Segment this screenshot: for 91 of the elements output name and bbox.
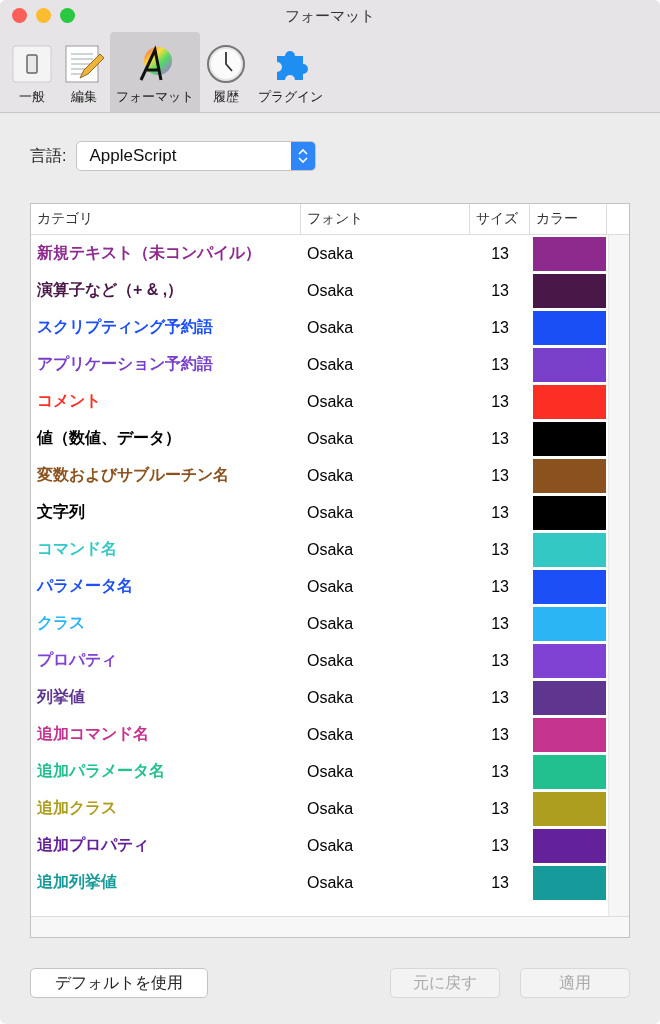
color-swatch[interactable] bbox=[533, 680, 606, 715]
chevron-updown-icon bbox=[297, 147, 310, 165]
category-cell-text: 追加パラメータ名 bbox=[36, 761, 166, 781]
toolbar-tab[interactable]: 編集 bbox=[58, 32, 110, 112]
size-cell-text: 13 bbox=[490, 355, 510, 374]
color-swatch[interactable] bbox=[533, 717, 606, 752]
size-cell-text: 13 bbox=[490, 651, 510, 670]
category-cell-text: 追加プロパティ bbox=[36, 835, 150, 855]
font-cell-text: Osaka bbox=[306, 466, 355, 485]
clock-icon bbox=[206, 44, 246, 84]
category-cell-text: 列挙値 bbox=[35, 687, 86, 707]
size-cell-text: 13 bbox=[490, 281, 510, 300]
font-cell-text: Osaka bbox=[306, 799, 355, 818]
font-cell-text: Osaka bbox=[306, 614, 355, 633]
color-swatch[interactable] bbox=[533, 791, 606, 826]
size-cell-text: 13 bbox=[490, 725, 510, 744]
font-cell-text: Osaka bbox=[306, 503, 355, 522]
category-cell-text: コマンド名 bbox=[36, 539, 118, 559]
color-swatch[interactable] bbox=[533, 310, 606, 345]
category-cell-text: パラメータ名 bbox=[35, 576, 134, 596]
toolbar-tab[interactable]: 履歴 bbox=[200, 32, 252, 112]
font-cell-text: Osaka bbox=[306, 281, 355, 300]
size-cell-text: 13 bbox=[490, 688, 510, 707]
category-cell-text: 値（数値、データ） bbox=[35, 428, 182, 448]
font-cell-text: Osaka bbox=[306, 836, 355, 855]
size-cell-text: 13 bbox=[490, 466, 510, 485]
color-swatch[interactable] bbox=[533, 532, 606, 567]
horizontal-scrollbar[interactable] bbox=[31, 916, 629, 937]
window-title: フォーマット bbox=[285, 6, 375, 26]
vertical-scrollbar[interactable] bbox=[608, 235, 629, 916]
size-cell-text: 13 bbox=[490, 540, 510, 559]
size-cell-text: 13 bbox=[490, 392, 510, 411]
use-default-button[interactable]: デフォルトを使用 bbox=[30, 968, 208, 998]
color-swatch[interactable] bbox=[533, 421, 606, 456]
category-cell-text: 文字列 bbox=[36, 502, 86, 522]
category-cell-text: 変数およびサブルーチン名 bbox=[36, 465, 230, 485]
toolbar-tab[interactable]: フォーマット bbox=[110, 32, 200, 112]
size-cell-text: 13 bbox=[490, 503, 510, 522]
column-header[interactable]: カラー bbox=[530, 204, 608, 234]
size-cell-text: 13 bbox=[490, 836, 510, 855]
size-cell-text: 13 bbox=[490, 577, 510, 596]
font-cell-text: Osaka bbox=[306, 355, 355, 374]
category-cell-text: コメント bbox=[36, 391, 102, 411]
column-header[interactable]: サイズ bbox=[470, 204, 531, 234]
category-cell-text: 演算子など（+ & ,） bbox=[36, 280, 185, 301]
category-cell-text: 追加コマンド名 bbox=[36, 724, 150, 744]
font-cell-text: Osaka bbox=[306, 762, 355, 781]
category-cell-text: プロパティ bbox=[36, 650, 118, 670]
font-cell-text: Osaka bbox=[306, 651, 355, 670]
size-cell-text: 13 bbox=[490, 318, 510, 337]
category-cell-text: 追加列挙値 bbox=[36, 872, 118, 892]
color-swatch[interactable] bbox=[533, 569, 606, 604]
font-cell-text: Osaka bbox=[306, 244, 355, 263]
font-cell-text: Osaka bbox=[306, 318, 355, 337]
category-cell-text: アプリケーション予約語 bbox=[36, 354, 214, 374]
color-swatch[interactable] bbox=[533, 754, 606, 789]
color-swatch[interactable] bbox=[533, 347, 606, 382]
size-cell-text: 13 bbox=[490, 244, 510, 263]
column-header[interactable]: フォント bbox=[300, 204, 471, 234]
font-cell-text: Osaka bbox=[306, 429, 355, 448]
font-cell-text: Osaka bbox=[306, 577, 355, 596]
notepad-pencil-icon bbox=[64, 44, 104, 84]
column-header[interactable]: カテゴリ bbox=[31, 204, 301, 234]
color-swatch[interactable] bbox=[533, 828, 606, 863]
font-cell-text: Osaka bbox=[306, 873, 355, 892]
toolbar-tab[interactable]: 一般 bbox=[6, 32, 58, 112]
size-cell-text: 13 bbox=[490, 762, 510, 781]
font-cell-text: Osaka bbox=[306, 540, 355, 559]
language-popup[interactable]: AppleScript bbox=[76, 141, 317, 171]
toolbar-tab[interactable]: プラグイン bbox=[252, 32, 329, 112]
color-swatch[interactable] bbox=[533, 273, 606, 308]
color-swatch[interactable] bbox=[533, 458, 606, 493]
size-cell-text: 13 bbox=[490, 799, 510, 818]
color-swatch[interactable] bbox=[533, 643, 606, 678]
category-cell-text: 追加クラス bbox=[36, 798, 118, 818]
color-swatch[interactable] bbox=[533, 495, 606, 530]
category-cell-text: 新規テキスト（未コンパイル） bbox=[36, 243, 262, 263]
category-cell-text: クラス bbox=[36, 613, 86, 633]
language-label: 言語: bbox=[30, 145, 67, 166]
color-swatch[interactable] bbox=[533, 865, 606, 900]
size-cell-text: 13 bbox=[490, 429, 510, 448]
color-swatch[interactable] bbox=[533, 384, 606, 419]
font-cell-text: Osaka bbox=[306, 392, 355, 411]
font-cell-text: Osaka bbox=[306, 725, 355, 744]
color-swatch[interactable] bbox=[533, 236, 606, 271]
category-cell-text: スクリプティング予約語 bbox=[36, 317, 214, 337]
font-cell-text: Osaka bbox=[306, 688, 355, 707]
size-cell-text: 13 bbox=[490, 873, 510, 892]
size-cell-text: 13 bbox=[490, 614, 510, 633]
switch-icon bbox=[12, 44, 52, 84]
color-swatch[interactable] bbox=[533, 606, 606, 641]
